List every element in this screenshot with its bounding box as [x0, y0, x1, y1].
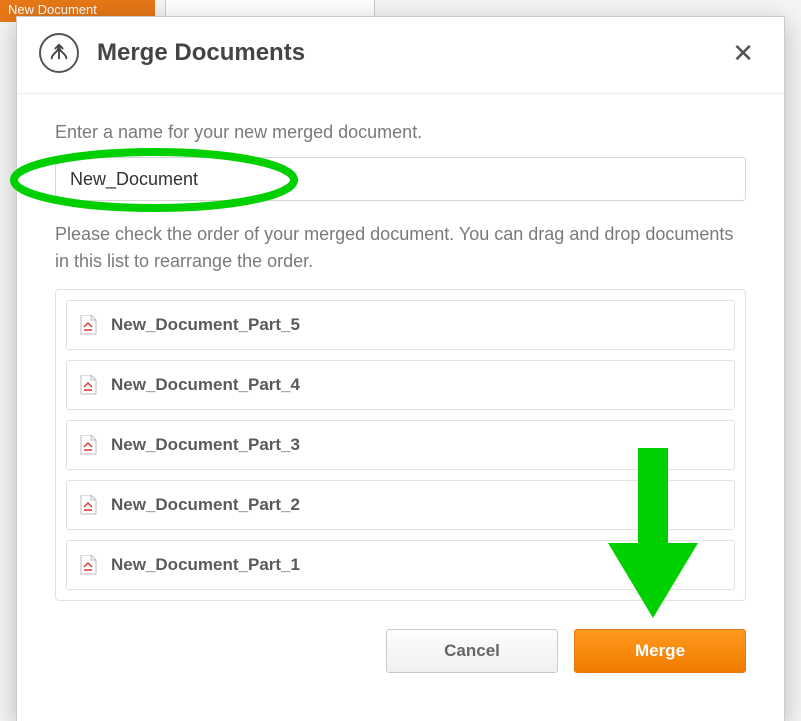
- document-item-label: New_Document_Part_5: [111, 315, 300, 335]
- modal-footer: Cancel Merge: [17, 601, 784, 695]
- document-item[interactable]: New_Document_Part_3: [66, 420, 735, 470]
- pdf-file-icon: [79, 375, 97, 395]
- close-icon: ✕: [732, 38, 754, 68]
- name-prompt: Enter a name for your new merged documen…: [55, 122, 746, 143]
- document-item[interactable]: New_Document_Part_2: [66, 480, 735, 530]
- close-button[interactable]: ✕: [724, 36, 762, 70]
- cancel-button[interactable]: Cancel: [386, 629, 558, 673]
- document-item-label: New_Document_Part_3: [111, 435, 300, 455]
- merge-icon: [39, 33, 79, 73]
- order-instruction: Please check the order of your merged do…: [55, 221, 746, 275]
- merge-documents-modal: Merge Documents ✕ Enter a name for your …: [16, 16, 785, 721]
- pdf-file-icon: [79, 435, 97, 455]
- pdf-file-icon: [79, 315, 97, 335]
- pdf-file-icon: [79, 555, 97, 575]
- merge-button[interactable]: Merge: [574, 629, 746, 673]
- document-item[interactable]: New_Document_Part_4: [66, 360, 735, 410]
- document-name-input[interactable]: [55, 157, 746, 201]
- modal-header: Merge Documents ✕: [17, 17, 784, 94]
- document-item-label: New_Document_Part_1: [111, 555, 300, 575]
- document-item[interactable]: New_Document_Part_5: [66, 300, 735, 350]
- pdf-file-icon: [79, 495, 97, 515]
- document-item-label: New_Document_Part_4: [111, 375, 300, 395]
- document-item[interactable]: New_Document_Part_1: [66, 540, 735, 590]
- document-order-list: New_Document_Part_5 New_Document_Part_4 …: [55, 289, 746, 601]
- modal-title: Merge Documents: [97, 39, 724, 67]
- document-item-label: New_Document_Part_2: [111, 495, 300, 515]
- modal-body: Enter a name for your new merged documen…: [17, 94, 784, 601]
